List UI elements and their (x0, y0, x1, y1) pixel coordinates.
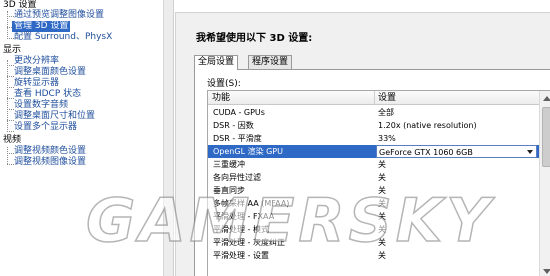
tree-item-preview-image-settings[interactable]: 通过预览调整图像设置 (14, 10, 104, 21)
tree-connector-line (7, 147, 8, 164)
pane-splitter[interactable] (164, 0, 174, 276)
setting-value: 关 (378, 173, 386, 182)
setting-value: 关 (378, 160, 386, 169)
setting-value: 关 (378, 238, 386, 247)
navigation-tree: 3D 设置 通过预览调整图像设置 管理 3D 设置 配置 Surround、Ph… (0, 0, 164, 276)
page-prompt: 我希望使用以下 3D 设置: (196, 33, 313, 44)
tree-connector-line (7, 120, 14, 121)
setting-value: 全部 (378, 108, 394, 117)
setting-feature: 平滑处理 - FXAA (213, 212, 275, 221)
setting-value: 关 (378, 251, 386, 260)
grid-header: 功能 设置 (208, 91, 539, 105)
scrollbar-thumb[interactable] (542, 107, 550, 167)
vertical-scrollbar[interactable] (539, 91, 550, 276)
settings-grid: 功能 设置 CUDA - GPUs 全部 DSR - 因数 1.20x (nat… (207, 90, 550, 276)
settings-label: 设置(S): (207, 79, 241, 89)
chevron-down-icon[interactable] (527, 150, 533, 154)
setting-row[interactable]: 平滑处理 - 设置 关 (208, 249, 539, 262)
tree-connector-line (7, 164, 14, 165)
setting-feature: 三重缓冲 (213, 160, 245, 169)
setting-row[interactable]: 平滑处理 - 模式 关 (208, 223, 539, 236)
setting-row[interactable]: 三重缓冲 关 (208, 158, 539, 171)
tree-connector-line (7, 76, 14, 77)
tree-item-video-color[interactable]: 调整视频颜色设置 (14, 146, 86, 157)
tree-category-display[interactable]: 显示 (3, 45, 21, 56)
tree-connector-line (7, 109, 14, 110)
setting-value: 关 (378, 212, 386, 221)
setting-value: 关 (378, 225, 386, 234)
tree-item-digital-audio[interactable]: 设置数字音频 (14, 100, 68, 111)
setting-row[interactable]: 平滑处理 - 灰度纠正 关 (208, 236, 539, 249)
setting-row[interactable]: DSR - 因数 1.20x (native resolution) (208, 119, 539, 132)
tree-connector-line (7, 65, 14, 66)
tree-item-desktop-size-position[interactable]: 调整桌面尺寸和位置 (14, 111, 95, 122)
setting-feature: OpenGL 渲染 GPU (213, 147, 283, 156)
setting-feature: CUDA - GPUs (213, 108, 265, 117)
setting-row[interactable]: 多帧采样 AA (MFAA) 关 (208, 197, 539, 210)
tab-program-settings[interactable]: 程序设置 (248, 55, 293, 69)
tree-item-change-resolution[interactable]: 更改分辨率 (14, 56, 59, 67)
scroll-down-arrow-icon[interactable] (543, 269, 550, 274)
setting-value-dropdown[interactable]: GeForce GTX 1060 6GB (376, 145, 537, 158)
setting-value: 关 (378, 186, 386, 195)
setting-feature: DSR - 因数 (213, 121, 254, 130)
tree-connector-line (7, 153, 14, 154)
tree-connector-line (7, 38, 14, 39)
setting-feature: 垂直同步 (213, 186, 245, 195)
setting-value: 关 (378, 199, 386, 208)
tree-item-hdcp-status[interactable]: 查看 HDCP 状态 (14, 89, 81, 100)
tree-connector-line (7, 98, 14, 99)
tree-connector-line (7, 16, 14, 17)
column-header-setting[interactable]: 设置 (374, 91, 396, 105)
setting-feature: 平滑处理 - 设置 (213, 251, 269, 260)
setting-feature: 平滑处理 - 灰度纠正 (213, 238, 285, 247)
column-header-feature[interactable]: 功能 (208, 91, 230, 105)
tab-global-settings[interactable]: 全局设置 (194, 55, 239, 70)
tree-item-desktop-color[interactable]: 调整桌面颜色设置 (14, 67, 86, 78)
tree-connector-line (7, 87, 14, 88)
tree-category-video[interactable]: 视频 (3, 135, 21, 146)
tree-connector-line (7, 131, 14, 132)
setting-feature: DSR - 平滑度 (213, 134, 262, 143)
setting-row[interactable]: 垂直同步 关 (208, 184, 539, 197)
tree-item-rotate-display[interactable]: 旋转显示器 (14, 78, 59, 89)
setting-value: 1.20x (native resolution) (378, 121, 477, 130)
setting-feature: 平滑处理 - 模式 (213, 225, 269, 234)
setting-row[interactable]: DSR - 平滑度 33% (208, 132, 539, 145)
tree-item-configure-surround-physx[interactable]: 配置 Surround、PhysX (14, 32, 112, 43)
scroll-up-arrow-icon[interactable] (543, 96, 550, 101)
setting-row[interactable]: 各向异性过滤 关 (208, 171, 539, 184)
setting-row[interactable]: CUDA - GPUs 全部 (208, 106, 539, 119)
setting-feature: 各向异性过滤 (213, 173, 261, 182)
tree-item-multiple-displays[interactable]: 设置多个显示器 (14, 122, 77, 133)
tab-content: 设置(S): 功能 设置 CUDA - GPUs 全部 DSR - 因数 1.2… (194, 69, 550, 276)
setting-row-selected[interactable]: OpenGL 渲染 GPU GeForce GTX 1060 6GB (208, 145, 539, 158)
setting-value: 33% (378, 134, 396, 143)
setting-row[interactable]: 平滑处理 - FXAA 关 (208, 210, 539, 223)
tree-item-video-image[interactable]: 调整视频图像设置 (14, 157, 86, 168)
tree-item-manage-3d-settings[interactable]: 管理 3D 设置 (12, 21, 71, 32)
setting-feature: 多帧采样 AA (MFAA) (213, 199, 290, 208)
settings-panel: 我希望使用以下 3D 设置: 全局设置 程序设置 设置(S): 功能 设置 CU… (175, 12, 550, 276)
